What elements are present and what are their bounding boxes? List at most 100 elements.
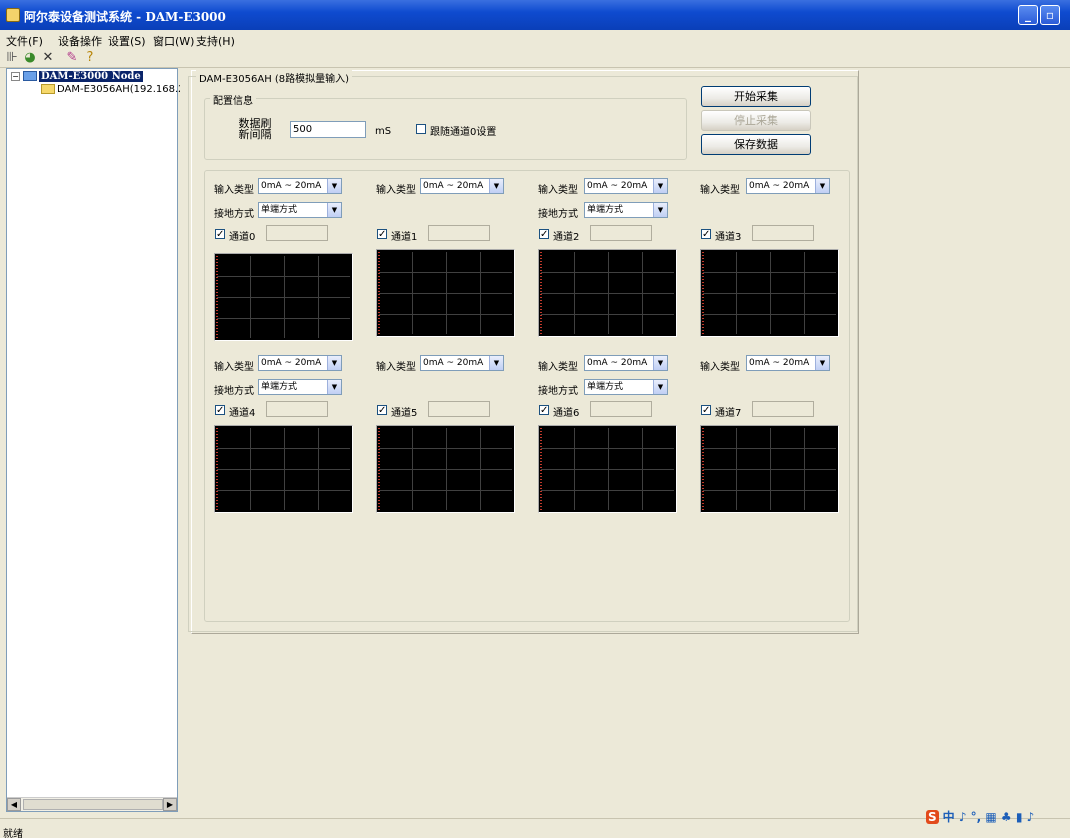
menu-window[interactable]: 窗口(W) xyxy=(153,33,194,49)
scroll-thumb[interactable] xyxy=(23,799,163,810)
chevron-down-icon[interactable]: ▼ xyxy=(489,356,503,370)
ground-mode-label: 接地方式 xyxy=(538,386,578,397)
menu-device-ops[interactable]: 设备操作 xyxy=(58,33,102,49)
network-icon xyxy=(23,71,37,81)
chevron-down-icon[interactable]: ▼ xyxy=(653,356,667,370)
ch3-checkbox[interactable]: ✓ xyxy=(701,229,711,240)
follow-channel0-checkbox[interactable] xyxy=(416,124,426,134)
ch4-waveform xyxy=(214,425,353,513)
follow-channel0-label: 跟随通道0设置 xyxy=(430,127,497,138)
chevron-down-icon[interactable]: ▼ xyxy=(653,179,667,193)
ch6-checkbox[interactable]: ✓ xyxy=(539,405,549,416)
ch6-ground-select[interactable]: 单端方式 ▼ xyxy=(584,379,668,395)
toolbar: ⊪ ◕ ✕ ✎ ? xyxy=(0,48,1070,68)
save-data-button[interactable]: 保存数据 xyxy=(701,134,811,155)
ch2-checkbox[interactable]: ✓ xyxy=(539,229,549,240)
chevron-down-icon[interactable]: ▼ xyxy=(327,179,341,193)
tree-root-label: DAM-E3000 Node xyxy=(39,71,143,82)
tree-hscrollbar[interactable]: ◀ ▶ xyxy=(7,797,177,811)
menu-bar: 文件(F) 设备操作 设置(S) 窗口(W) 支持(H) xyxy=(0,30,1070,48)
ch4-ground-select[interactable]: 单端方式 ▼ xyxy=(258,379,342,395)
ch4-label: 通道4 xyxy=(229,408,256,419)
ch6-waveform xyxy=(538,425,677,513)
ch3-input-type-select[interactable]: 0mA ~ 20mA ▼ xyxy=(746,178,830,194)
search-device-icon[interactable]: ◕ xyxy=(22,50,38,66)
collapse-icon[interactable]: − xyxy=(11,71,20,81)
ch0-label: 通道0 xyxy=(229,232,256,243)
ch4-input-type-select[interactable]: 0mA ~ 20mA ▼ xyxy=(258,355,342,371)
config-group-title: 配置信息 xyxy=(210,92,256,107)
ch3-label: 通道3 xyxy=(715,232,742,243)
input-type-label: 输入类型 xyxy=(376,185,416,196)
folder-icon xyxy=(41,84,55,94)
chevron-down-icon[interactable]: ▼ xyxy=(653,380,667,394)
minimize-button[interactable]: _ xyxy=(1018,5,1038,25)
window-title: 阿尔泰设备测试系统 - DAM-E3000 xyxy=(24,10,226,24)
ch1-checkbox[interactable]: ✓ xyxy=(377,229,387,240)
menu-file[interactable]: 文件(F) xyxy=(6,33,43,49)
ch2-waveform xyxy=(538,249,677,337)
ch7-input-type-select[interactable]: 0mA ~ 20mA ▼ xyxy=(746,355,830,371)
ch1-waveform xyxy=(376,249,515,337)
ch3-value xyxy=(752,225,814,241)
chevron-down-icon[interactable]: ▼ xyxy=(327,380,341,394)
delete-icon[interactable]: ✕ xyxy=(40,50,56,66)
ground-mode-label: 接地方式 xyxy=(214,386,254,397)
chevron-down-icon[interactable]: ▼ xyxy=(489,179,503,193)
ime-toolbar[interactable]: S 中 ♪ °, ▦ ♣ ▮ ♪ xyxy=(926,808,1034,824)
help-icon[interactable]: ? xyxy=(82,50,98,66)
ch1-input-type-select[interactable]: 0mA ~ 20mA ▼ xyxy=(420,178,504,194)
input-type-label: 输入类型 xyxy=(214,362,254,373)
ime-status[interactable]: 中 ♪ °, ▦ ♣ ▮ ♪ xyxy=(943,810,1035,824)
refresh-interval-input[interactable]: 500 xyxy=(290,121,366,138)
ch1-value xyxy=(428,225,490,241)
tree-device-label: DAM-E3056AH(192.168.2.10 xyxy=(57,84,201,95)
maximize-button[interactable]: ▫ xyxy=(1040,5,1060,25)
ch7-label: 通道7 xyxy=(715,408,742,419)
ime-logo-icon[interactable]: S xyxy=(926,810,939,824)
tree-node-device[interactable]: DAM-E3056AH(192.168.2.10 xyxy=(41,84,200,95)
chevron-down-icon[interactable]: ▼ xyxy=(653,203,667,217)
app-icon xyxy=(6,8,20,22)
ch6-label: 通道6 xyxy=(553,408,580,419)
ch5-label: 通道5 xyxy=(391,408,418,419)
edit-icon[interactable]: ✎ xyxy=(64,50,80,66)
scroll-left-icon[interactable]: ◀ xyxy=(7,798,21,811)
scroll-right-icon[interactable]: ▶ xyxy=(163,798,177,811)
ground-mode-label: 接地方式 xyxy=(214,209,254,220)
ch3-waveform xyxy=(700,249,839,337)
input-type-label: 输入类型 xyxy=(376,362,416,373)
connect-icon[interactable]: ⊪ xyxy=(4,50,20,66)
ch2-ground-select[interactable]: 单端方式 ▼ xyxy=(584,202,668,218)
ch6-value xyxy=(590,401,652,417)
ch0-input-type-select[interactable]: 0mA ~ 20mA ▼ xyxy=(258,178,342,194)
tree-node-root[interactable]: − DAM-E3000 Node xyxy=(11,71,143,82)
ch2-value xyxy=(590,225,652,241)
ch0-ground-select[interactable]: 单端方式 ▼ xyxy=(258,202,342,218)
ch0-waveform xyxy=(214,253,353,341)
chevron-down-icon[interactable]: ▼ xyxy=(815,356,829,370)
stop-acquire-button[interactable]: 停止采集 xyxy=(701,110,811,131)
ch0-checkbox[interactable]: ✓ xyxy=(215,229,225,240)
menu-support[interactable]: 支持(H) xyxy=(196,33,235,49)
ch4-checkbox[interactable]: ✓ xyxy=(215,405,225,416)
input-type-label: 输入类型 xyxy=(700,185,740,196)
ch6-input-type-select[interactable]: 0mA ~ 20mA ▼ xyxy=(584,355,668,371)
ch7-checkbox[interactable]: ✓ xyxy=(701,405,711,416)
input-type-label: 输入类型 xyxy=(700,362,740,373)
ch5-input-type-select[interactable]: 0mA ~ 20mA ▼ xyxy=(420,355,504,371)
ch7-waveform xyxy=(700,425,839,513)
chevron-down-icon[interactable]: ▼ xyxy=(327,356,341,370)
device-group-title: DAM-E3056AH (8路模拟量输入) xyxy=(196,70,353,85)
title-bar: 阿尔泰设备测试系统 - DAM-E3000 _ ▫ xyxy=(0,0,1070,30)
chevron-down-icon[interactable]: ▼ xyxy=(815,179,829,193)
chevron-down-icon[interactable]: ▼ xyxy=(327,203,341,217)
ch2-input-type-select[interactable]: 0mA ~ 20mA ▼ xyxy=(584,178,668,194)
menu-settings[interactable]: 设置(S) xyxy=(108,33,146,49)
start-acquire-button[interactable]: 开始采集 xyxy=(701,86,811,107)
input-type-label: 输入类型 xyxy=(538,185,578,196)
device-tree: − DAM-E3000 Node DAM-E3056AH(192.168.2.10… xyxy=(6,68,200,812)
ch5-checkbox[interactable]: ✓ xyxy=(377,405,387,416)
refresh-interval-label: 数据刷新间隔 xyxy=(238,117,272,141)
ch7-value xyxy=(752,401,814,417)
